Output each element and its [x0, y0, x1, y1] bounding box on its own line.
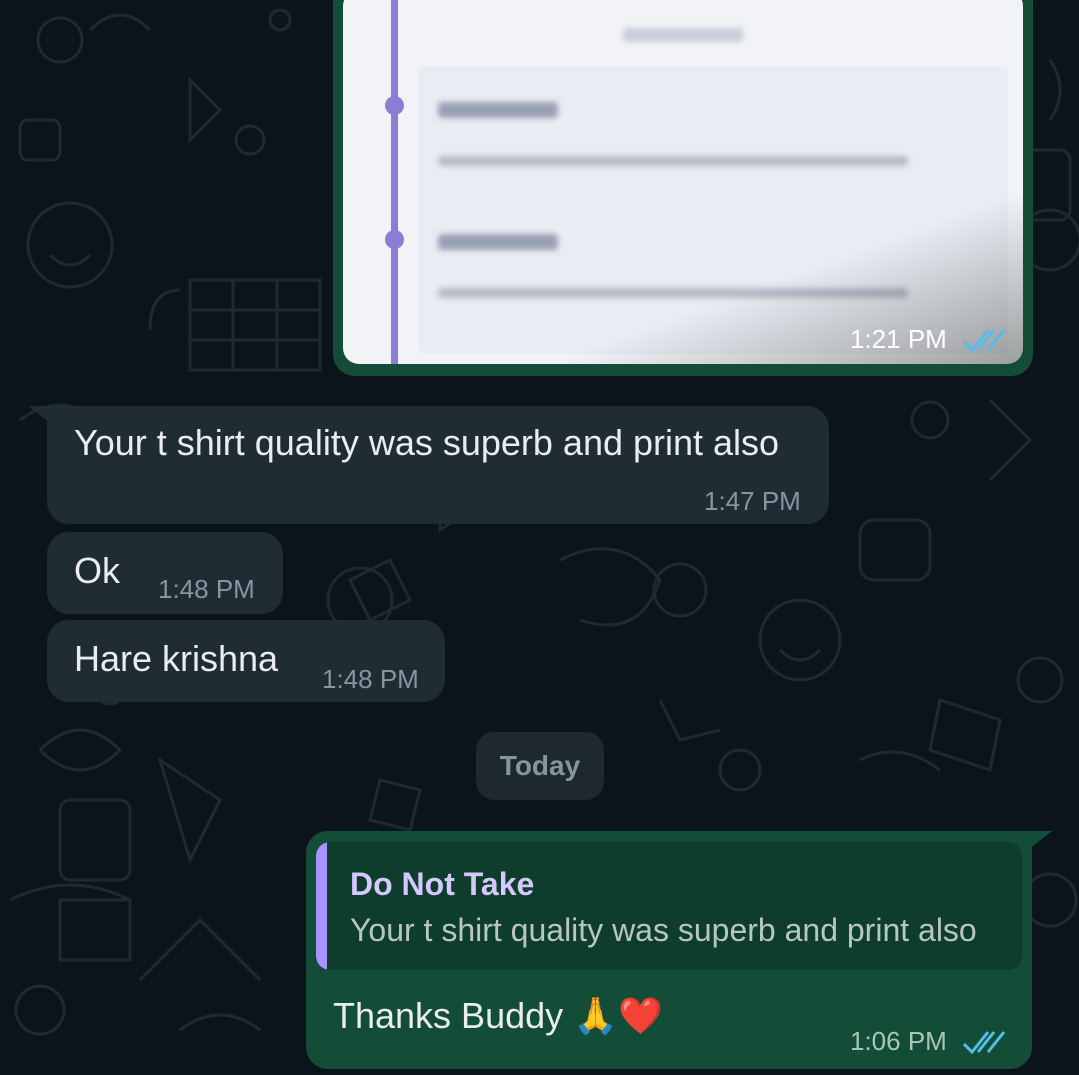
- message-time: 1:48 PM: [322, 664, 419, 694]
- message-text: Thanks Buddy 🙏❤️: [333, 995, 663, 1036]
- message-time: 1:47 PM: [704, 486, 801, 516]
- quoted-author: Do Not Take: [350, 866, 535, 902]
- image-shade: [343, 0, 1023, 364]
- bubble-tail: [28, 406, 56, 428]
- read-ticks-icon: [962, 329, 1006, 353]
- quote-accent-bar: [316, 842, 327, 970]
- message-text: Your t shirt quality was superb and prin…: [74, 422, 780, 463]
- date-separator: Today: [476, 732, 604, 800]
- image-message-time: 1:21 PM: [850, 324, 947, 354]
- bubble-tail: [1024, 831, 1052, 853]
- message-time: 1:06 PM: [850, 1026, 947, 1056]
- message-text: Ok: [74, 550, 121, 591]
- message-time: 1:48 PM: [158, 574, 255, 604]
- message-text: Hare krishna: [74, 638, 279, 679]
- quoted-text: Your t shirt quality was superb and prin…: [350, 912, 977, 948]
- read-ticks-icon: [962, 1031, 1006, 1055]
- tracking-screenshot-image[interactable]: [343, 0, 1023, 364]
- quoted-message[interactable]: Do Not Take Your t shirt quality was sup…: [316, 842, 1022, 970]
